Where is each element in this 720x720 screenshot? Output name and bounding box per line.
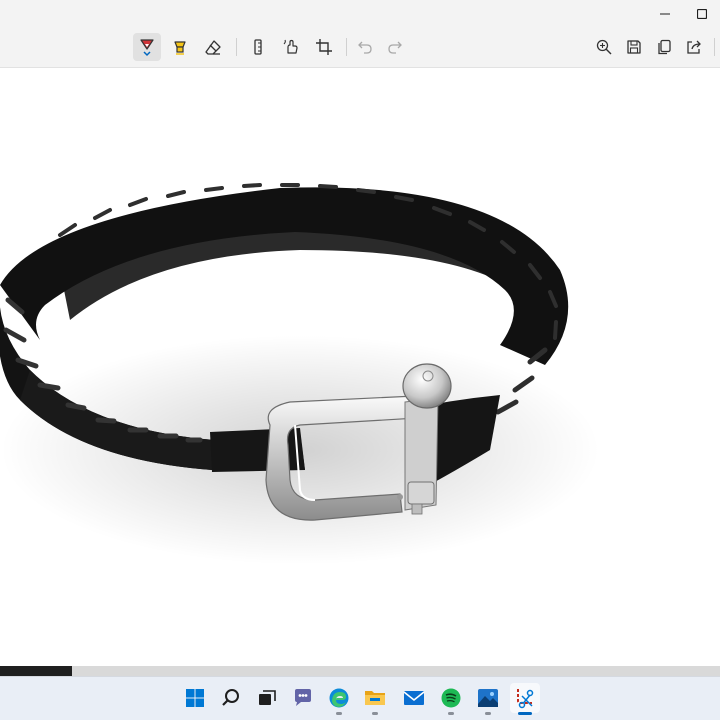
start-button[interactable] bbox=[180, 683, 210, 713]
toolbar-separator bbox=[346, 38, 347, 56]
snipping-tool-titlebar bbox=[0, 0, 720, 68]
minimize-icon bbox=[660, 13, 670, 15]
undo-icon bbox=[358, 41, 372, 54]
spotify-button[interactable] bbox=[436, 683, 466, 715]
running-indicator bbox=[336, 712, 342, 715]
zoom-button[interactable] bbox=[590, 33, 618, 61]
snipping-tool-button[interactable] bbox=[510, 683, 540, 715]
edge-browser-icon bbox=[329, 688, 349, 708]
highlighter-icon bbox=[174, 41, 186, 55]
copy-button[interactable] bbox=[650, 33, 678, 61]
active-indicator bbox=[518, 712, 532, 715]
ruler-icon bbox=[254, 39, 262, 55]
chat-button[interactable] bbox=[288, 683, 318, 713]
maximize-button[interactable] bbox=[682, 4, 720, 24]
crop-button[interactable] bbox=[310, 33, 338, 61]
redo-icon bbox=[388, 41, 402, 54]
search-button[interactable] bbox=[216, 683, 246, 713]
eraser-button[interactable] bbox=[199, 33, 227, 61]
teams-chat-icon bbox=[295, 689, 311, 706]
redo-button[interactable] bbox=[381, 33, 409, 61]
snipping-tool-icon bbox=[517, 689, 534, 709]
bracelet-image bbox=[0, 183, 600, 565]
toolbar-separator bbox=[714, 38, 715, 56]
share-icon bbox=[687, 40, 701, 54]
touch-writing-icon bbox=[283, 39, 298, 54]
toolbar-separator bbox=[236, 38, 237, 56]
file-explorer-button[interactable] bbox=[360, 683, 390, 715]
maximize-icon bbox=[697, 9, 707, 19]
edge-button[interactable] bbox=[324, 683, 354, 715]
save-button[interactable] bbox=[620, 33, 648, 61]
search-icon bbox=[222, 689, 239, 706]
share-button[interactable] bbox=[680, 33, 708, 61]
minimize-button[interactable] bbox=[645, 4, 685, 24]
pen-icon bbox=[140, 39, 154, 57]
photos-icon bbox=[478, 689, 498, 707]
running-indicator bbox=[485, 712, 491, 715]
running-indicator bbox=[372, 712, 378, 715]
spotify-icon bbox=[441, 688, 461, 708]
windows-start-icon bbox=[186, 689, 204, 707]
zoom-in-icon bbox=[596, 39, 612, 55]
copy-icon bbox=[658, 39, 671, 55]
folder-icon bbox=[365, 691, 385, 705]
ruler-button[interactable] bbox=[244, 33, 272, 61]
windows-taskbar bbox=[0, 676, 720, 720]
ballpoint-pen-button[interactable] bbox=[133, 33, 161, 61]
task-view-button[interactable] bbox=[252, 683, 282, 713]
mail-button[interactable] bbox=[399, 683, 429, 713]
highlighter-button[interactable] bbox=[166, 33, 194, 61]
eraser-icon bbox=[205, 40, 221, 55]
undo-button[interactable] bbox=[351, 33, 379, 61]
task-view-icon bbox=[259, 690, 276, 705]
crop-icon bbox=[316, 39, 332, 55]
scrollbar-thumb[interactable] bbox=[0, 666, 72, 676]
mail-icon bbox=[403, 691, 425, 705]
horizontal-scrollbar[interactable] bbox=[0, 666, 720, 676]
running-indicator bbox=[448, 712, 454, 715]
screenshot-canvas[interactable] bbox=[0, 68, 720, 666]
touch-writing-button[interactable] bbox=[277, 33, 305, 61]
photos-button[interactable] bbox=[473, 683, 503, 715]
save-icon bbox=[627, 40, 641, 54]
